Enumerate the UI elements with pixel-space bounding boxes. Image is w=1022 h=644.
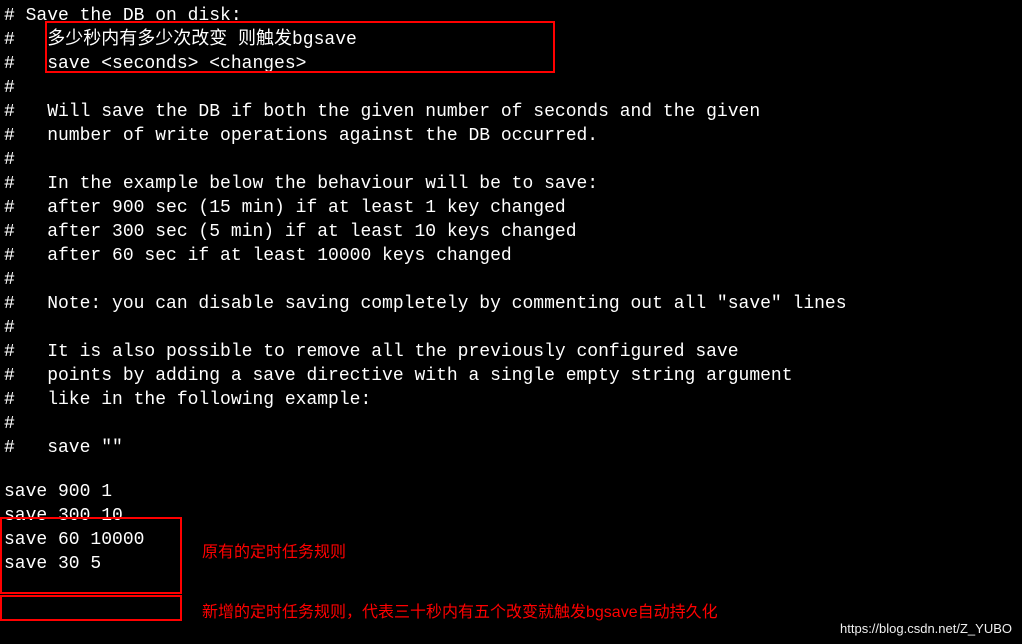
comment-line: # number of write operations against the… xyxy=(4,124,1018,148)
save-line: save 60 10000 xyxy=(4,528,1018,552)
comment-line: # Will save the DB if both the given num… xyxy=(4,100,1018,124)
annotation-new: 新增的定时任务规则，代表三十秒内有五个改变就触发bgsave自动持久化 xyxy=(202,598,718,622)
comment-line: # xyxy=(4,268,1018,292)
comment-line: # after 300 sec (5 min) if at least 10 k… xyxy=(4,220,1018,244)
config-content: # Save the DB on disk: # 多少秒内有多少次改变 则触发b… xyxy=(4,4,1018,460)
watermark: https://blog.csdn.net/Z_YUBO xyxy=(840,621,1012,636)
save-line: save 30 5 xyxy=(4,552,1018,576)
comment-line: # Note: you can disable saving completel… xyxy=(4,292,1018,316)
comment-line: # points by adding a save directive with… xyxy=(4,364,1018,388)
save-directives: save 900 1 save 300 10 save 60 10000 sav… xyxy=(4,480,1018,576)
comment-line: # xyxy=(4,148,1018,172)
comment-line: # In the example below the behaviour wil… xyxy=(4,172,1018,196)
comment-line: # save <seconds> <changes> xyxy=(4,52,1018,76)
comment-line: # It is also possible to remove all the … xyxy=(4,340,1018,364)
comment-line: # save "" xyxy=(4,436,1018,460)
comment-line: # Save the DB on disk: xyxy=(4,4,1018,28)
comment-line: # after 60 sec if at least 10000 keys ch… xyxy=(4,244,1018,268)
comment-line: # 多少秒内有多少次改变 则触发bgsave xyxy=(4,28,1018,52)
save-line: save 300 10 xyxy=(4,504,1018,528)
save-line: save 900 1 xyxy=(4,480,1018,504)
comment-line: # like in the following example: xyxy=(4,388,1018,412)
comment-line: # after 900 sec (15 min) if at least 1 k… xyxy=(4,196,1018,220)
highlight-box-new-rule xyxy=(0,595,182,621)
comment-line: # xyxy=(4,412,1018,436)
comment-line: # xyxy=(4,316,1018,340)
comment-line: # xyxy=(4,76,1018,100)
annotation-existing: 原有的定时任务规则 xyxy=(202,538,346,562)
